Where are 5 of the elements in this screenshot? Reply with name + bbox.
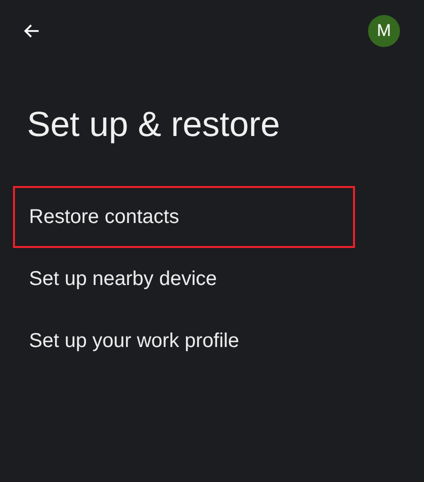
menu-item[interactable]: Set up your work profile	[13, 310, 355, 372]
page-title: Set up & restore	[27, 105, 281, 145]
account-avatar[interactable]: M	[368, 15, 400, 47]
menu-item[interactable]: Set up nearby device	[13, 248, 355, 310]
menu-item[interactable]: Restore contacts	[13, 186, 355, 248]
